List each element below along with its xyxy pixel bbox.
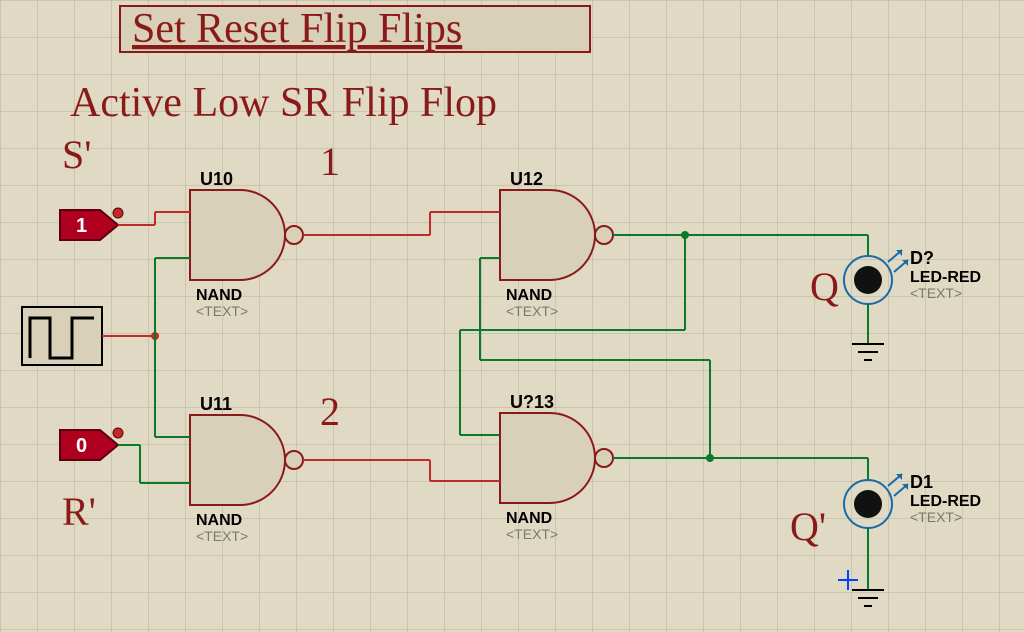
led-bottom-ref: D1: [910, 472, 933, 492]
gate-u12-ref: U12: [510, 169, 543, 189]
title-text: Set Reset Flip Flips: [132, 6, 462, 52]
led-top-ref: D?: [910, 248, 934, 268]
logicstate-s-value: 1: [76, 215, 87, 237]
gate-u12-tmpl: <TEXT>: [506, 303, 558, 319]
title-banner: Set Reset Flip Flips: [120, 6, 590, 52]
label-s-prime: S': [62, 132, 91, 177]
logicstate-r-value: 0: [76, 435, 87, 457]
label-q: Q: [810, 264, 839, 309]
gate-u10-type: NAND: [196, 287, 242, 304]
gate-u11-ref: U11: [200, 394, 232, 414]
gate-u13-ref: U?13: [510, 392, 554, 412]
gate-u12-type: NAND: [506, 287, 552, 304]
led-top-type: LED-RED: [910, 269, 981, 286]
gate-u10-ref: U10: [200, 169, 233, 189]
schematic-canvas[interactable]: Set Reset Flip Flips Active Low SR Flip …: [0, 0, 1024, 632]
gate-u11-type: NAND: [196, 512, 242, 529]
label-node-1: 1: [320, 139, 340, 184]
label-r-prime: R': [62, 489, 96, 534]
gate-u11-tmpl: <TEXT>: [196, 528, 248, 544]
label-q-prime: Q': [790, 504, 826, 549]
gate-u10-tmpl: <TEXT>: [196, 303, 248, 319]
gate-u13-tmpl: <TEXT>: [506, 526, 558, 542]
led-bottom-tmpl: <TEXT>: [910, 509, 962, 525]
subtitle-text: Active Low SR Flip Flop: [70, 80, 497, 126]
gate-u13-type: NAND: [506, 510, 552, 527]
label-node-2: 2: [320, 389, 340, 434]
led-top-tmpl: <TEXT>: [910, 285, 962, 301]
led-bottom-type: LED-RED: [910, 493, 981, 510]
